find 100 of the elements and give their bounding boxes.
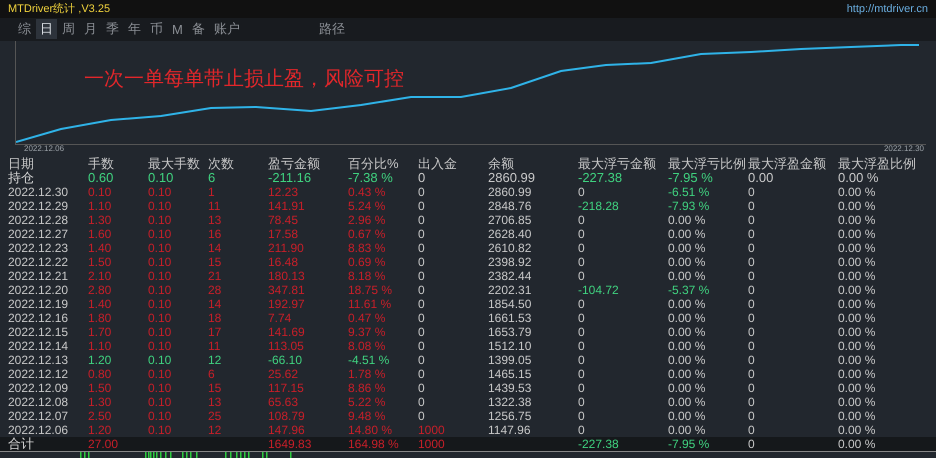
table-cell: 0.00 % <box>668 422 706 437</box>
table-cell: 0 <box>418 324 425 339</box>
table-cell: 0.10 <box>148 366 172 381</box>
table-cell: 1465.15 <box>488 366 532 381</box>
table-cell: 0.10 <box>148 380 172 395</box>
table-cell: 1.50 <box>88 380 112 395</box>
table-cell: 0 <box>578 352 585 367</box>
table-cell: 0 <box>418 254 425 269</box>
table-cell: 2.10 <box>88 268 112 283</box>
tab[interactable]: 季 <box>102 19 123 40</box>
table-cell: 0 <box>418 380 425 395</box>
table-cell: 108.79 <box>268 408 305 423</box>
table-cell: 0 <box>418 198 425 213</box>
table-cell: 8.18 % <box>348 268 386 283</box>
table-cell: 0 <box>418 268 425 283</box>
table-cell: 16 <box>208 226 222 241</box>
table-cell: 1.10 <box>88 338 112 353</box>
column-header: 盈亏金额 <box>268 156 320 171</box>
table-cell: 0.10 <box>148 408 172 423</box>
table-cell: 0 <box>578 338 585 353</box>
table-cell: 0 <box>748 394 755 409</box>
column-header: 最大浮盈比例 <box>838 156 916 171</box>
table-cell: 2022.12.15 <box>8 324 68 339</box>
table-cell: 2022.12.09 <box>8 380 68 395</box>
website-link[interactable]: http://mtdriver.cn <box>846 2 928 15</box>
table-cell: 0.00 % <box>838 184 876 199</box>
table-cell: -7.38 % <box>348 170 393 185</box>
table-cell: 18 <box>208 310 222 325</box>
table-cell: 1.20 <box>88 422 112 437</box>
table-cell: 0.60 <box>88 170 114 185</box>
table-cell: 8.86 % <box>348 380 386 395</box>
table-cell: 18.75 % <box>348 282 392 297</box>
table-cell: 0 <box>748 254 755 269</box>
table-cell: 合计 <box>8 436 34 451</box>
table-cell: 141.91 <box>268 198 305 213</box>
table-cell: 0 <box>748 436 755 451</box>
table-cell: 0.80 <box>88 366 112 381</box>
table-cell: 1.40 <box>88 240 112 255</box>
table-cell: 0.43 % <box>348 184 386 199</box>
tab[interactable]: 币 <box>146 19 167 40</box>
table-cell: 21 <box>208 268 222 283</box>
table-cell: 0.00 % <box>838 394 876 409</box>
table-cell: 25.62 <box>268 366 298 381</box>
tab[interactable]: 路径 <box>314 19 349 40</box>
table-cell: 2.50 <box>88 408 112 423</box>
table-cell: 0 <box>418 282 425 297</box>
table-cell: 2022.12.30 <box>8 184 68 199</box>
table-cell: 1.60 <box>88 226 112 241</box>
table-cell: 65.63 <box>268 394 298 409</box>
tab[interactable]: 账户 <box>210 19 244 40</box>
table-cell: 2022.12.08 <box>8 394 68 409</box>
tab[interactable]: 综 <box>14 19 35 40</box>
table-cell: 0 <box>418 408 425 423</box>
table-cell: 28 <box>208 282 222 297</box>
table-cell: 14 <box>208 240 222 255</box>
table-cell: 0 <box>748 184 755 199</box>
table-cell: 2022.12.20 <box>8 282 68 297</box>
table-cell: 0.00 <box>748 170 774 185</box>
tab[interactable]: 周 <box>58 19 79 40</box>
tab[interactable]: 备 <box>188 19 209 40</box>
table-cell: 0.00 % <box>668 366 706 381</box>
tab[interactable]: 年 <box>124 19 145 40</box>
table-cell: 0 <box>748 380 755 395</box>
window-title: MTDriver统计 ,V3.25 <box>8 2 110 16</box>
table-cell: 0.00 % <box>668 212 706 227</box>
table-cell: 0 <box>418 226 425 241</box>
table-cell: 0 <box>578 226 585 241</box>
tab[interactable]: M <box>168 20 187 38</box>
column-header: 最大浮亏金额 <box>578 156 656 171</box>
tab[interactable]: 日 <box>36 19 57 40</box>
table-cell: 180.13 <box>268 268 305 283</box>
table-cell: 25 <box>208 408 222 423</box>
table-cell: 2022.12.07 <box>8 408 68 423</box>
table-cell: 6 <box>208 366 215 381</box>
table-cell: -5.37 % <box>668 282 710 297</box>
table-cell: 0 <box>418 352 425 367</box>
table-cell: 持仓 <box>8 170 34 185</box>
table-cell: 0.10 <box>148 254 172 269</box>
column-header: 手数 <box>88 156 114 171</box>
table-cell: 1512.10 <box>488 338 532 353</box>
table-cell: 347.81 <box>268 282 305 297</box>
table-cell: 0 <box>418 338 425 353</box>
table-cell: 14 <box>208 296 222 311</box>
table-cell: 0.00 % <box>668 394 706 409</box>
table-cell: 1439.53 <box>488 380 532 395</box>
table-cell: 1.40 <box>88 296 112 311</box>
table-cell: 2398.92 <box>488 254 532 269</box>
table-cell: 9.37 % <box>348 324 386 339</box>
table-cell: 0.10 <box>148 394 172 409</box>
table-cell: 0 <box>748 296 755 311</box>
table-cell: 0.00 % <box>838 408 876 423</box>
table-cell: 0 <box>578 296 585 311</box>
table-cell: 78.45 <box>268 212 298 227</box>
table-cell: -227.38 <box>578 170 622 185</box>
table-cell: 0.00 % <box>668 408 706 423</box>
table-cell: 12 <box>208 352 222 367</box>
table-cell: 192.97 <box>268 296 305 311</box>
tab[interactable]: 月 <box>80 19 101 40</box>
table-cell: 0.67 % <box>348 226 386 241</box>
table-cell: 1322.38 <box>488 394 532 409</box>
